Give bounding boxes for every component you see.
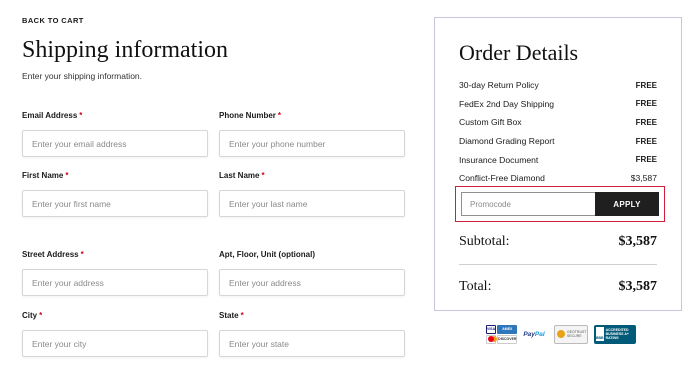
apt-input[interactable] (219, 269, 405, 296)
paypal-icon: Pay Pal (523, 330, 545, 338)
line-value: FREE (635, 117, 657, 127)
phone-label: Phone Number * (219, 111, 282, 120)
phone-field-group: Phone Number * (219, 111, 405, 157)
subtotal-label: Subtotal: (459, 234, 510, 249)
total-row: Total: $3,587 (459, 279, 657, 295)
line-label: Insurance Document (459, 154, 539, 165)
line-label: 30-day Return Policy (459, 80, 539, 91)
state-label: State * (219, 311, 244, 320)
street-field-group: Street Address * (22, 250, 208, 296)
amex-icon: AMEX (497, 324, 518, 334)
visa-icon: VISA (486, 324, 497, 334)
city-label: City * (22, 311, 43, 320)
line-value: FREE (635, 155, 657, 165)
order-line-gift-box: Custom Gift Box FREE (459, 113, 657, 132)
line-value: $3,587 (630, 173, 657, 184)
order-line-list: 30-day Return Policy FREE FedEx 2nd Day S… (459, 76, 657, 188)
street-label: Street Address * (22, 250, 84, 259)
mastercard-icon (486, 334, 497, 344)
email-label: Email Address * (22, 111, 83, 120)
order-line-grading-report: Diamond Grading Report FREE (459, 132, 657, 151)
total-value: $3,587 (618, 279, 658, 294)
apt-label: Apt, Floor, Unit (optional) (219, 250, 315, 259)
discover-icon: DISCOVER (497, 334, 518, 344)
line-label: Diamond Grading Report (459, 136, 555, 147)
line-value: FREE (635, 99, 657, 109)
first-name-label: First Name * (22, 171, 69, 180)
last-name-label: Last Name * (219, 171, 265, 180)
line-label: Custom Gift Box (459, 117, 522, 128)
secure-seal-text: GeoTrust SECURE (567, 330, 587, 338)
email-input[interactable] (22, 130, 208, 157)
promo-code-box: APPLY (455, 186, 665, 222)
total-label: Total: (459, 279, 492, 294)
line-label: FedEx 2nd Day Shipping (459, 98, 555, 109)
last-name-field-group: Last Name * (219, 171, 405, 217)
trust-badges: VISA AMEX DISCOVER Pay Pal GeoTrust SECUR… (486, 324, 636, 344)
line-value: FREE (635, 136, 657, 146)
order-line-return-policy: 30-day Return Policy FREE (459, 76, 657, 95)
required-marker: * (39, 311, 43, 320)
apply-promo-button[interactable]: APPLY (595, 192, 659, 216)
first-name-field-group: First Name * (22, 171, 208, 217)
subtotal-row: Subtotal: $3,587 (459, 234, 657, 250)
order-line-insurance: Insurance Document FREE (459, 150, 657, 169)
first-name-input[interactable] (22, 190, 208, 217)
lock-icon (557, 330, 565, 338)
promo-code-input[interactable] (461, 192, 595, 216)
phone-input[interactable] (219, 130, 405, 157)
state-field-group: State * (219, 311, 405, 357)
required-marker: * (240, 311, 244, 320)
bbb-text: ACCREDITED BUSINESS A+ RATING (605, 327, 629, 341)
bbb-logo-icon: BBB (596, 327, 604, 341)
line-label: Conflict-Free Diamond (459, 173, 545, 184)
back-to-cart-link[interactable]: BACK TO CART (22, 16, 84, 25)
apt-field-group: Apt, Floor, Unit (optional) (219, 250, 405, 296)
last-name-input[interactable] (219, 190, 405, 217)
secure-seal-icon: GeoTrust SECURE (554, 324, 588, 344)
order-title: Order Details (459, 40, 579, 65)
order-details-panel: Order Details 30-day Return Policy FREE F… (434, 17, 682, 311)
credit-cards-icon: VISA AMEX DISCOVER (486, 324, 518, 344)
order-line-diamond: Conflict-Free Diamond $3,587 (459, 169, 657, 188)
required-marker: * (65, 171, 69, 180)
required-marker: * (80, 250, 84, 259)
city-field-group: City * (22, 311, 208, 357)
email-field-group: Email Address * (22, 111, 208, 157)
line-value: FREE (635, 80, 657, 90)
required-marker: * (261, 171, 265, 180)
required-marker: * (79, 111, 83, 120)
order-line-shipping: FedEx 2nd Day Shipping FREE (459, 95, 657, 114)
summary-divider (459, 264, 657, 265)
street-input[interactable] (22, 269, 208, 296)
subtotal-value: $3,587 (618, 234, 658, 249)
page-subtitle: Enter your shipping information. (22, 71, 143, 81)
required-marker: * (277, 111, 282, 120)
state-input[interactable] (219, 330, 405, 357)
city-input[interactable] (22, 330, 208, 357)
page-title: Shipping information (22, 37, 228, 63)
bbb-accredited-icon: BBB ACCREDITED BUSINESS A+ RATING (594, 324, 636, 344)
